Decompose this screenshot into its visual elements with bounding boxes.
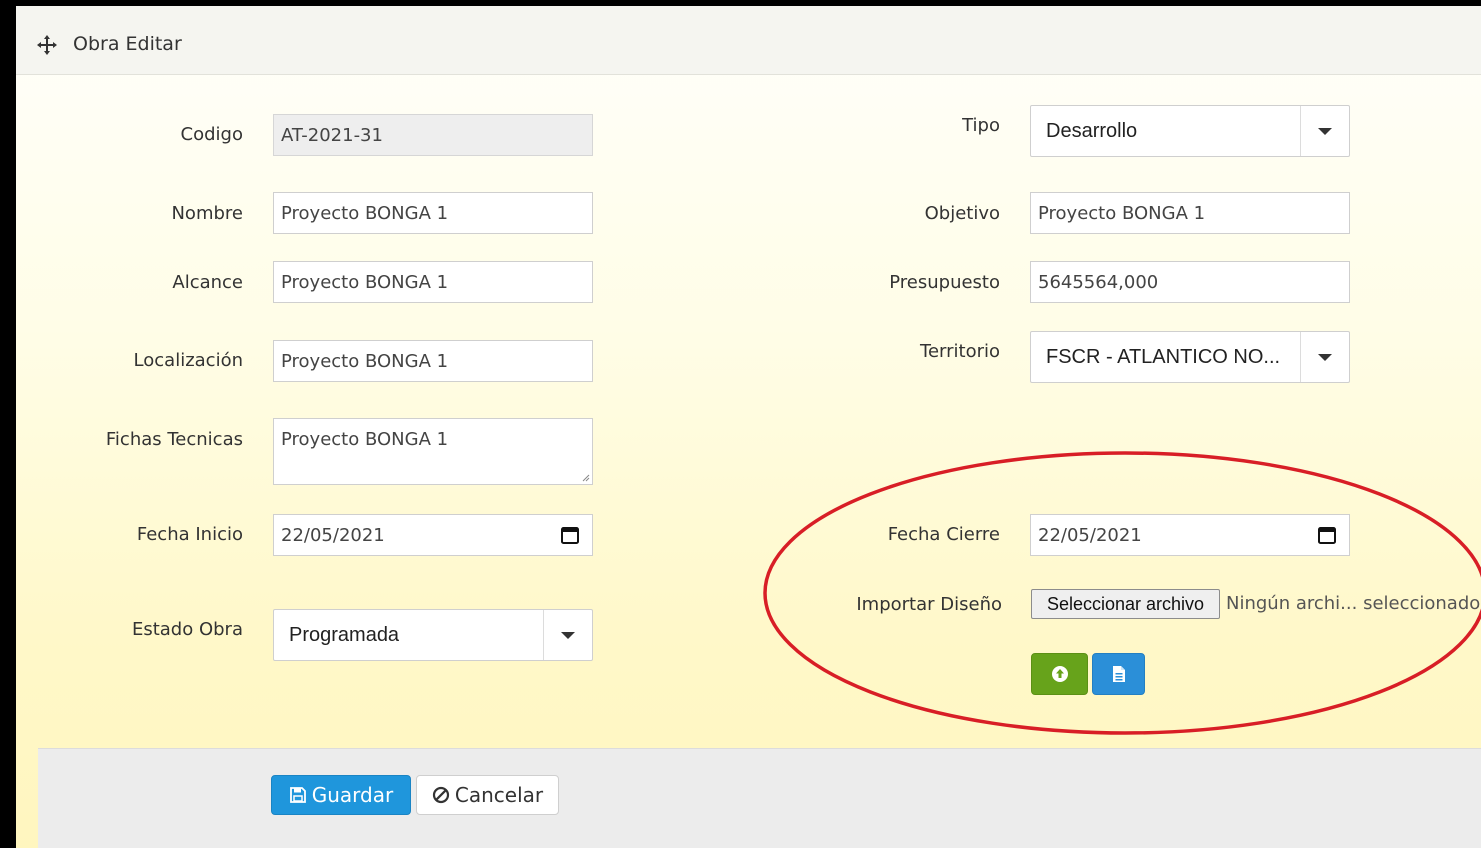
territorio-value: FSCR - ATLANTICO NO... [1046, 345, 1281, 368]
fecha-inicio-field[interactable]: 22/05/2021 [273, 514, 593, 556]
page-title: Obra Editar [73, 33, 182, 55]
alcance-label: Alcance [172, 272, 243, 293]
alcance-field[interactable]: Proyecto BONGA 1 [273, 261, 593, 303]
nombre-value: Proyecto BONGA 1 [281, 202, 449, 224]
fecha-cierre-label: Fecha Cierre [887, 524, 1000, 545]
codigo-value: AT-2021-31 [281, 124, 383, 146]
localizacion-label: Localización [133, 350, 243, 371]
presupuesto-label: Presupuesto [889, 272, 1000, 293]
importar-label: Importar Diseño [856, 594, 1002, 615]
obra-edit-panel: Obra Editar Codigo AT-2021-31 Nombre Pro… [16, 6, 1481, 848]
save-button[interactable]: Guardar [271, 775, 411, 815]
resize-handle-icon[interactable] [582, 474, 590, 482]
save-label: Guardar [311, 783, 394, 807]
file-status-text: Ningún archi... seleccionado [1226, 593, 1481, 614]
fichas-textarea[interactable]: Proyecto BONGA 1 [273, 418, 593, 485]
fecha-inicio-label: Fecha Inicio [136, 524, 243, 545]
chevron-down-icon[interactable] [543, 610, 592, 660]
codigo-label: Codigo [180, 124, 243, 145]
cancel-label: Cancelar [454, 783, 544, 807]
upload-button[interactable] [1031, 653, 1088, 695]
fichas-value: Proyecto BONGA 1 [281, 429, 449, 450]
objetivo-value: Proyecto BONGA 1 [1038, 202, 1206, 224]
presupuesto-value: 5645564,000 [1038, 271, 1159, 293]
nombre-field[interactable]: Proyecto BONGA 1 [273, 192, 593, 234]
tipo-value: Desarrollo [1046, 119, 1138, 142]
alcance-value: Proyecto BONGA 1 [281, 271, 449, 293]
territorio-label: Territorio [920, 341, 1000, 362]
fecha-inicio-value: 22/05/2021 [281, 524, 385, 546]
estado-select[interactable]: Programada [273, 609, 593, 661]
localizacion-value: Proyecto BONGA 1 [281, 350, 449, 372]
view-file-button[interactable] [1092, 653, 1145, 695]
ban-icon [432, 786, 449, 804]
presupuesto-field[interactable]: 5645564,000 [1030, 261, 1350, 303]
tipo-select[interactable]: Desarrollo [1030, 105, 1350, 157]
select-file-button[interactable]: Seleccionar archivo [1031, 589, 1220, 619]
localizacion-field[interactable]: Proyecto BONGA 1 [273, 340, 593, 382]
estado-label: Estado Obra [131, 619, 243, 640]
fecha-cierre-value: 22/05/2021 [1038, 524, 1142, 546]
objetivo-label: Objetivo [924, 203, 1000, 224]
nombre-label: Nombre [171, 203, 243, 224]
territorio-select[interactable]: FSCR - ATLANTICO NO... [1030, 331, 1350, 383]
fichas-label: Fichas Tecnicas [105, 429, 243, 450]
cancel-button[interactable]: Cancelar [416, 775, 559, 815]
calendar-icon[interactable] [1317, 525, 1337, 545]
panel-header: Obra Editar [16, 6, 1481, 75]
tipo-label: Tipo [962, 115, 1000, 136]
chevron-down-icon[interactable] [1300, 332, 1349, 382]
floppy-icon [289, 787, 306, 803]
fecha-cierre-field[interactable]: 22/05/2021 [1030, 514, 1350, 556]
circle-arrow-up-icon [1051, 666, 1068, 682]
codigo-field[interactable]: AT-2021-31 [273, 114, 593, 156]
calendar-icon[interactable] [560, 525, 580, 545]
form-footer: Guardar Cancelar [38, 748, 1481, 848]
move-arrows-icon [37, 35, 57, 55]
objetivo-field[interactable]: Proyecto BONGA 1 [1030, 192, 1350, 234]
file-icon [1112, 666, 1125, 682]
estado-value: Programada [289, 623, 400, 646]
chevron-down-icon[interactable] [1300, 106, 1349, 156]
